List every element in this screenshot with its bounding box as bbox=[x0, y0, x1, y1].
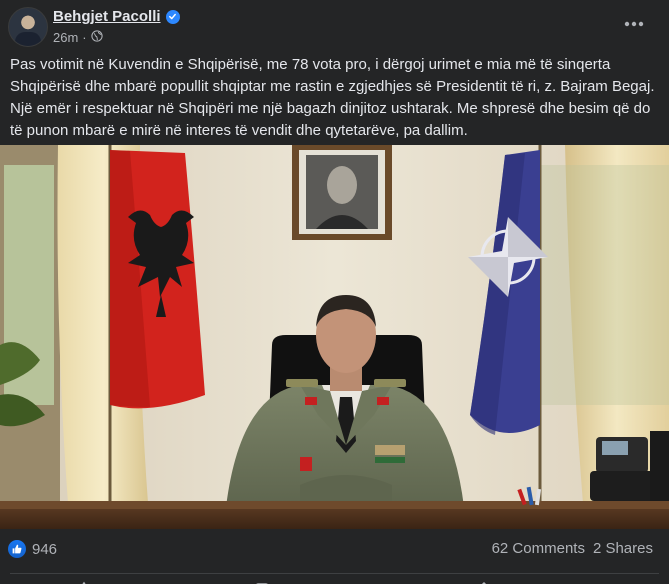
engagement-counts: 62 Comments 2 Shares bbox=[492, 540, 653, 557]
post-text: Pas votimit në Kuvendin e Shqipërisë, me… bbox=[10, 56, 655, 139]
reaction-count: 946 bbox=[32, 540, 58, 558]
photo-illustration bbox=[0, 145, 669, 529]
author-name[interactable]: Behgjet Pacolli bbox=[53, 8, 161, 25]
more-options-icon[interactable] bbox=[620, 12, 648, 36]
post-timestamp[interactable]: 26m bbox=[53, 30, 78, 45]
globe-icon[interactable] bbox=[91, 30, 103, 45]
post-meta: 26m · bbox=[53, 30, 103, 45]
post-header: Behgjet Pacolli 26m · bbox=[0, 0, 669, 50]
author-row: Behgjet Pacolli bbox=[53, 8, 180, 25]
shares-count[interactable]: 2 Shares bbox=[593, 540, 653, 557]
meta-separator: · bbox=[82, 30, 87, 45]
comments-count[interactable]: 62 Comments bbox=[492, 540, 585, 557]
verified-badge-icon bbox=[165, 9, 180, 24]
post-footer: 946 62 Comments 2 Shares bbox=[0, 530, 669, 584]
action-bar bbox=[0, 576, 669, 584]
avatar[interactable] bbox=[8, 7, 48, 47]
like-icon bbox=[8, 540, 26, 558]
reaction-summary[interactable]: 946 bbox=[8, 540, 57, 558]
post-photo[interactable] bbox=[0, 145, 669, 529]
footer-divider bbox=[10, 573, 659, 574]
